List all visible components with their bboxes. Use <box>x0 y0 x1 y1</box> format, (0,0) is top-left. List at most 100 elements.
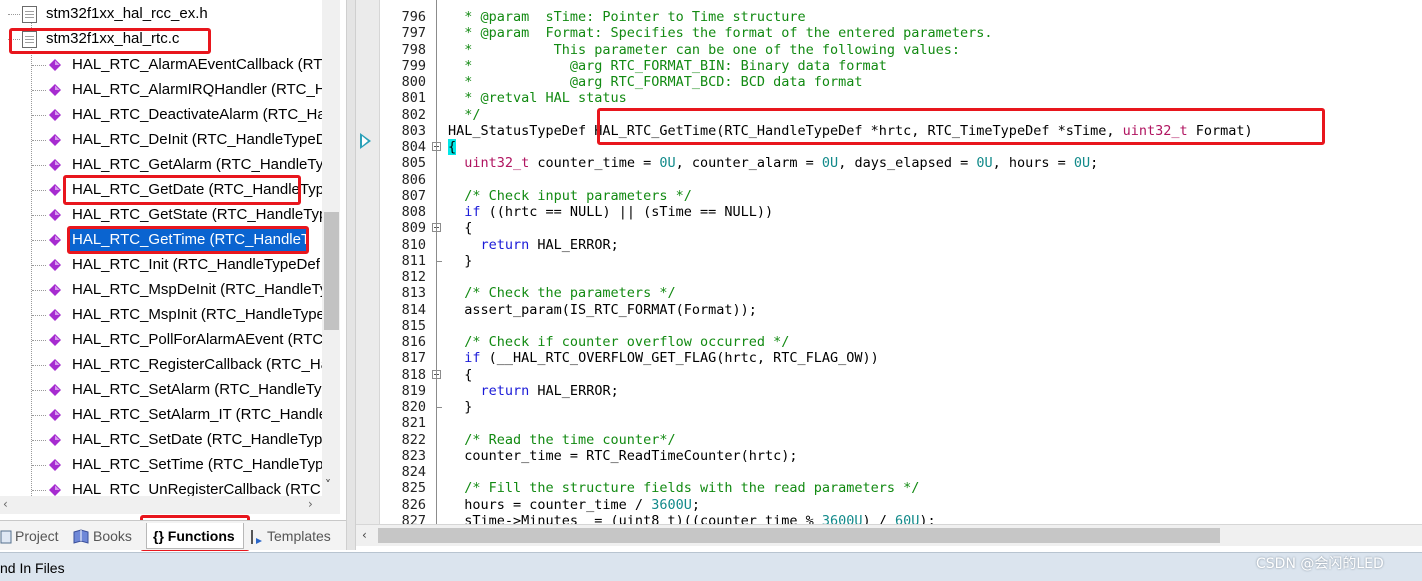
tree-connector <box>32 440 46 441</box>
editor-gutter <box>356 0 380 524</box>
tree-function-item[interactable]: HAL_RTC_GetTime (RTC_HandleTypeDef *hrtc… <box>0 228 322 253</box>
line-number: 797 <box>401 25 426 42</box>
tree-function-item[interactable]: HAL_RTC_GetDate (RTC_HandleTypeDef *hrtc… <box>0 178 322 203</box>
scroll-left-icon[interactable]: ‹ <box>3 497 8 511</box>
code-line[interactable]: if (__HAL_RTC_OVERFLOW_GET_FLAG(hrtc, RT… <box>448 350 879 366</box>
line-number: 823 <box>401 447 426 464</box>
tree-connector <box>32 90 46 91</box>
scroll-down-icon[interactable]: ˅ <box>325 478 331 492</box>
code-line[interactable]: } <box>448 253 472 269</box>
function-icon <box>49 409 61 421</box>
tree-function-item[interactable]: HAL_RTC_SetAlarm_IT (RTC_HandleTypeDef *… <box>0 403 322 428</box>
current-line-arrow-icon <box>360 133 371 149</box>
find-in-files-label[interactable]: nd In Files <box>0 560 65 576</box>
line-number: 800 <box>401 74 426 90</box>
tree-file-item[interactable]: stm32f1xx_hal_rtc.c <box>0 27 322 52</box>
function-icon <box>49 434 61 446</box>
functions-tree-panel: stm32f1xx_hal_rcc_ex.h stm32f1xx_hal_rtc.… <box>0 0 346 520</box>
editor-horizontal-scrollbar[interactable]: ‹ <box>356 524 1422 546</box>
code-line[interactable]: * This parameter can be one of the follo… <box>448 42 960 58</box>
code-line[interactable]: /* Check the parameters */ <box>448 285 675 301</box>
tree-function-item[interactable]: HAL_RTC_MspInit (RTC_HandleTypeDef *hrtc… <box>0 303 322 328</box>
editor-scroll-thumb[interactable] <box>378 528 1220 543</box>
tree-function-item[interactable]: HAL_RTC_SetDate (RTC_HandleTypeDef *hrtc… <box>0 428 322 453</box>
line-number: 814 <box>401 301 426 318</box>
line-number: 806 <box>401 171 426 188</box>
tree-connector <box>32 215 46 216</box>
function-icon <box>49 134 61 146</box>
tree-function-item[interactable]: HAL_RTC_AlarmIRQHandler (RTC_HandleTypeD… <box>0 78 322 103</box>
code-line[interactable]: uint32_t counter_time = 0U, counter_alar… <box>448 155 1098 171</box>
tree-connector <box>32 365 46 366</box>
tree-connector <box>32 340 46 341</box>
tree-function-label: HAL_RTC_GetState (RTC_HandleTypeDef *hrt… <box>72 206 322 223</box>
function-icon <box>49 309 61 321</box>
code-line[interactable]: if ((hrtc == NULL) || (sTime == NULL)) <box>448 204 773 220</box>
function-icon <box>49 234 61 246</box>
code-line[interactable]: /* Read the time counter*/ <box>448 432 675 448</box>
tree-function-label: HAL_RTC_RegisterCallback (RTC_HandleType… <box>72 356 322 373</box>
line-number: 817 <box>401 350 426 367</box>
function-icon <box>49 259 61 271</box>
code-line[interactable]: /* Check if counter overflow occurred */ <box>448 334 789 350</box>
code-line[interactable]: HAL_StatusTypeDef HAL_RTC_GetTime(RTC_Ha… <box>448 123 1253 139</box>
code-line[interactable]: hours = counter_time / 3600U; <box>448 497 700 513</box>
code-line[interactable]: * @param sTime: Pointer to Time structur… <box>448 9 805 25</box>
code-line[interactable]: sTime->Minutes = (uint8_t)((counter_time… <box>448 513 935 524</box>
scroll-right-icon[interactable]: › <box>308 497 313 511</box>
tree-function-item[interactable]: HAL_RTC_AlarmAEventCallback (RTC_HandleT… <box>0 53 322 78</box>
code-line[interactable]: counter_time = RTC_ReadTimeCounter(hrtc)… <box>448 448 797 464</box>
code-line[interactable]: * @arg RTC_FORMAT_BCD: BCD data format <box>448 74 862 90</box>
tree-function-label: HAL_RTC_SetTime (RTC_HandleTypeDef *hrtc… <box>72 456 322 473</box>
tree-function-item[interactable]: HAL_RTC_SetTime (RTC_HandleTypeDef *hrtc… <box>0 453 322 478</box>
tree-function-item[interactable]: HAL_RTC_SetAlarm (RTC_HandleTypeDef *hrt… <box>0 378 322 403</box>
code-line[interactable]: /* Fill the structure fields with the re… <box>448 480 919 496</box>
line-number: 810 <box>401 236 426 253</box>
function-icon <box>49 59 61 71</box>
code-editor[interactable]: 796 * @param sTime: Pointer to Time stru… <box>356 0 1422 524</box>
tree-file-item[interactable]: stm32f1xx_hal_rcc_ex.h <box>0 2 322 27</box>
line-number: 820 <box>401 399 426 415</box>
tree-function-item[interactable]: HAL_RTC_DeInit (RTC_HandleTypeDef *hrtc) <box>0 128 322 153</box>
tab-books[interactable]: Books <box>72 523 138 549</box>
code-line[interactable]: { <box>448 220 472 236</box>
tab-functions[interactable]: {} Functions <box>146 523 244 549</box>
tree-function-item[interactable]: HAL_RTC_Init (RTC_HandleTypeDef *hrtc) <box>0 253 322 278</box>
scroll-left-icon[interactable]: ‹ <box>362 528 367 542</box>
tree-function-item[interactable]: HAL_RTC_PollForAlarmAEvent (RTC_HandleTy… <box>0 328 322 353</box>
tree-connector <box>32 490 46 491</box>
code-line[interactable]: return HAL_ERROR; <box>448 383 619 399</box>
tab-templates[interactable]: Templates <box>250 523 344 549</box>
code-line[interactable]: assert_param(IS_RTC_FORMAT(Format)); <box>448 302 757 318</box>
code-line[interactable]: * @retval HAL status <box>448 90 627 106</box>
code-line[interactable]: return HAL_ERROR; <box>448 237 619 253</box>
code-line[interactable]: { <box>448 139 457 155</box>
code-line[interactable]: /* Check input parameters */ <box>448 188 692 204</box>
tree-scroll-thumb[interactable] <box>324 212 339 330</box>
status-bar: nd In Files <box>0 552 1422 581</box>
tree-function-label: HAL_RTC_SetAlarm_IT (RTC_HandleTypeDef *… <box>72 406 322 423</box>
tree-connector <box>32 140 46 141</box>
project-icon <box>0 530 12 544</box>
tree-connector <box>32 115 46 116</box>
code-line[interactable]: * @arg RTC_FORMAT_BIN: Binary data forma… <box>448 58 887 74</box>
tree-connector <box>32 290 46 291</box>
tree-function-label: HAL_RTC_DeactivateAlarm (RTC_HandleTypeD… <box>72 106 322 123</box>
tab-project[interactable]: Project <box>0 523 70 549</box>
tree-horizontal-scrollbar[interactable]: ‹ › <box>0 496 340 514</box>
line-number: 796 <box>401 9 426 25</box>
tree-function-item[interactable]: HAL_RTC_GetAlarm (RTC_HandleTypeDef *hrt… <box>0 153 322 178</box>
line-number: 809 <box>401 220 426 237</box>
tree-function-item[interactable]: HAL_RTC_GetState (RTC_HandleTypeDef *hrt… <box>0 203 322 228</box>
tree-vertical-scrollbar[interactable]: ˅ <box>322 0 340 496</box>
code-line[interactable]: { <box>448 367 472 383</box>
tree-function-label: HAL_RTC_SetDate (RTC_HandleTypeDef *hrtc… <box>72 431 322 448</box>
tree-function-item[interactable]: HAL_RTC_DeactivateAlarm (RTC_HandleTypeD… <box>0 103 322 128</box>
tree-function-item[interactable]: HAL_RTC_RegisterCallback (RTC_HandleType… <box>0 353 322 378</box>
code-line[interactable]: * @param Format: Specifies the format of… <box>448 25 992 41</box>
tree-function-label: HAL_RTC_SetAlarm (RTC_HandleTypeDef *hrt… <box>72 381 322 398</box>
tree-function-item[interactable]: HAL_RTC_MspDeInit (RTC_HandleTypeDef *hr… <box>0 278 322 303</box>
code-line[interactable]: } <box>448 399 472 415</box>
code-line[interactable]: */ <box>448 107 480 123</box>
panel-splitter[interactable] <box>346 0 356 550</box>
